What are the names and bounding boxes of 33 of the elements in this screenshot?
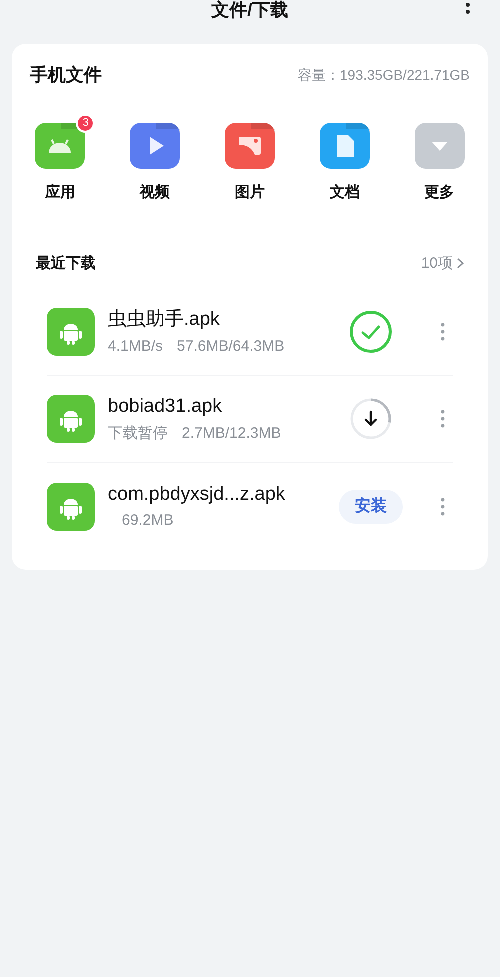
category-item[interactable]: 3 应用 — [23, 113, 98, 204]
category-item[interactable]: 图片 — [212, 113, 287, 204]
file-name: 虫虫助手.apk — [108, 308, 221, 332]
more-icon — [441, 410, 445, 428]
dropdown-icon — [414, 123, 465, 169]
download-progress-ring[interactable] — [349, 397, 393, 441]
download-status: 4.1MB/s — [108, 336, 164, 356]
android-app-icon — [47, 395, 95, 443]
play-folder-icon — [130, 123, 180, 169]
android-app-icon — [47, 308, 95, 356]
file-name: bobiad31.apk — [108, 395, 224, 419]
file-name: com.pbdyxsjd...z.apk — [108, 482, 286, 506]
download-status: 下载暂停 — [108, 424, 168, 444]
image-folder-icon — [224, 123, 275, 169]
category-item[interactable]: 视频 — [118, 113, 192, 204]
android-app-icon — [47, 482, 95, 530]
document-folder-icon — [320, 123, 370, 169]
category-item[interactable]: 更多 — [402, 113, 477, 204]
install-button[interactable]: 安装 — [339, 490, 403, 524]
storage-capacity: 容量：193.35GB/221.71GB — [298, 66, 470, 85]
file-size: 69.2MB — [122, 511, 174, 531]
file-size: 57.6MB/64.3MB — [177, 336, 285, 356]
more-icon — [466, 0, 470, 15]
count-badge: 3 — [76, 114, 96, 133]
category-item[interactable]: 文档 — [308, 113, 382, 204]
more-icon — [441, 498, 445, 516]
section-title: 手机文件 — [30, 64, 102, 87]
section-title: 最近下载 — [36, 254, 96, 274]
page-title: 文件/下载 — [211, 0, 288, 20]
file-size: 2.7MB/12.3MB — [182, 424, 282, 444]
chevron-right-icon — [457, 258, 464, 270]
more-icon — [441, 323, 445, 341]
completed-check-icon[interactable] — [349, 310, 393, 354]
